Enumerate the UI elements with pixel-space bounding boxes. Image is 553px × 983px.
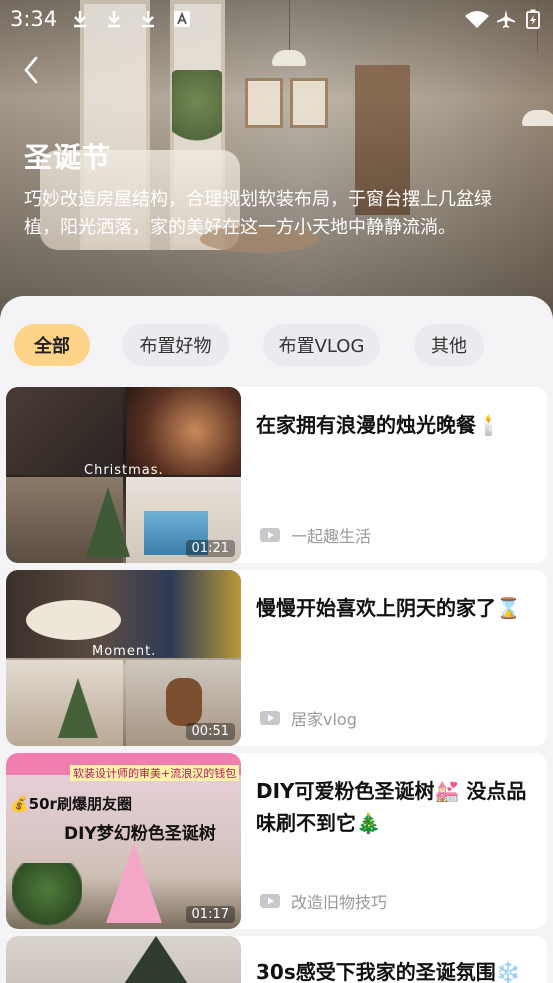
- thumb-pink-tree: [106, 843, 162, 923]
- page: 3:34 圣诞节 巧妙改造房屋结构，合理规划软装布局，于窗台摆上几盆绿植，阳光洒…: [0, 0, 553, 983]
- video-card[interactable]: Christmas. 01:21 在家拥有浪漫的烛光晚餐🕯️ 一起趣生活: [6, 387, 547, 563]
- video-title[interactable]: 慢慢开始喜欢上阴天的家了⌛: [256, 592, 541, 624]
- video-channel-icon: [260, 528, 280, 542]
- thumb-overlay-text: Moment.: [92, 644, 157, 659]
- thumb-tree: [116, 936, 196, 983]
- video-thumbnail[interactable]: [6, 936, 241, 983]
- thumb-tree: [86, 487, 130, 557]
- hero-lamp: [522, 110, 553, 126]
- download-icon: [74, 11, 86, 28]
- thumb-panel: [6, 387, 123, 475]
- tab-decor-items[interactable]: 布置好物: [122, 324, 229, 366]
- author-name: 改造旧物技巧: [291, 893, 388, 912]
- battery-charging-icon: [526, 9, 540, 29]
- page-title: 圣诞节: [24, 141, 112, 174]
- status-time: 3:34: [10, 7, 58, 31]
- keyboard-a-icon: [174, 11, 190, 27]
- thumb-overlay-text: DIY梦幻粉色圣诞树: [64, 824, 216, 844]
- video-thumbnail[interactable]: 软装设计师的审美+流浪汉的钱包 💰50r刷爆朋友圈 DIY梦幻粉色圣诞树 01:…: [6, 753, 241, 929]
- hero-picture-frame: [245, 78, 283, 128]
- video-duration: 01:21: [185, 540, 235, 557]
- author-name: 居家vlog: [291, 710, 357, 729]
- video-title[interactable]: DIY可爱粉色圣诞树💒 没点品味刷不到它🎄: [256, 775, 541, 839]
- category-tabs: 全部 布置好物 布置VLOG 其他: [0, 324, 553, 368]
- thumb-overlay-text: Christmas.: [84, 463, 164, 478]
- tab-other[interactable]: 其他: [414, 324, 484, 366]
- download-icon: [142, 11, 154, 28]
- back-arrow-icon[interactable]: [18, 52, 48, 88]
- thumb-bear: [166, 678, 202, 726]
- video-card[interactable]: 软装设计师的审美+流浪汉的钱包 💰50r刷爆朋友圈 DIY梦幻粉色圣诞树 01:…: [6, 753, 547, 929]
- download-icon: [108, 11, 120, 28]
- video-author[interactable]: 一起趣生活: [259, 523, 371, 547]
- hero-description: 巧妙改造房屋结构，合理规划软装布局，于窗台摆上几盆绿植，阳光洒落，家的美好在这一…: [24, 189, 492, 238]
- video-channel-icon: [260, 711, 280, 725]
- video-duration: 00:51: [185, 723, 235, 740]
- video-channel-icon: [260, 894, 280, 908]
- tab-decor-vlog[interactable]: 布置VLOG: [263, 324, 380, 366]
- video-card[interactable]: 30s感受下我家的圣诞氛围❄️: [6, 936, 547, 983]
- airplane-mode-icon: [497, 10, 515, 28]
- video-card[interactable]: Moment. 00:51 慢慢开始喜欢上阴天的家了⌛ 居家vlog: [6, 570, 547, 746]
- video-author[interactable]: 居家vlog: [259, 706, 357, 730]
- thumb-panel: [126, 387, 241, 475]
- hero-lamp: [272, 50, 306, 66]
- hero-banner: 3:34 圣诞节 巧妙改造房屋结构，合理规划软装布局，于窗台摆上几盆绿植，阳光洒…: [0, 0, 553, 330]
- hero-plant: [172, 70, 222, 150]
- author-name: 一起趣生活: [291, 527, 372, 546]
- video-title[interactable]: 在家拥有浪漫的烛光晚餐🕯️: [256, 409, 541, 441]
- thumb-overlay-text: 💰50r刷爆朋友圈: [10, 795, 132, 813]
- thumb-overlay-caption: 软装设计师的审美+流浪汉的钱包: [70, 765, 240, 781]
- video-author[interactable]: 改造旧物技巧: [259, 889, 387, 913]
- video-thumbnail[interactable]: Christmas. 01:21: [6, 387, 241, 563]
- thumb-table: [26, 600, 121, 640]
- thumb-tree: [58, 678, 98, 738]
- video-title[interactable]: 30s感受下我家的圣诞氛围❄️: [256, 956, 541, 983]
- wifi-icon: [465, 11, 489, 28]
- tab-all[interactable]: 全部: [14, 324, 90, 366]
- video-duration: 01:17: [185, 906, 235, 923]
- video-thumbnail[interactable]: Moment. 00:51: [6, 570, 241, 746]
- thumb-plant: [12, 863, 82, 929]
- status-bar: 3:34: [0, 0, 553, 40]
- hero-picture-frame: [290, 78, 328, 128]
